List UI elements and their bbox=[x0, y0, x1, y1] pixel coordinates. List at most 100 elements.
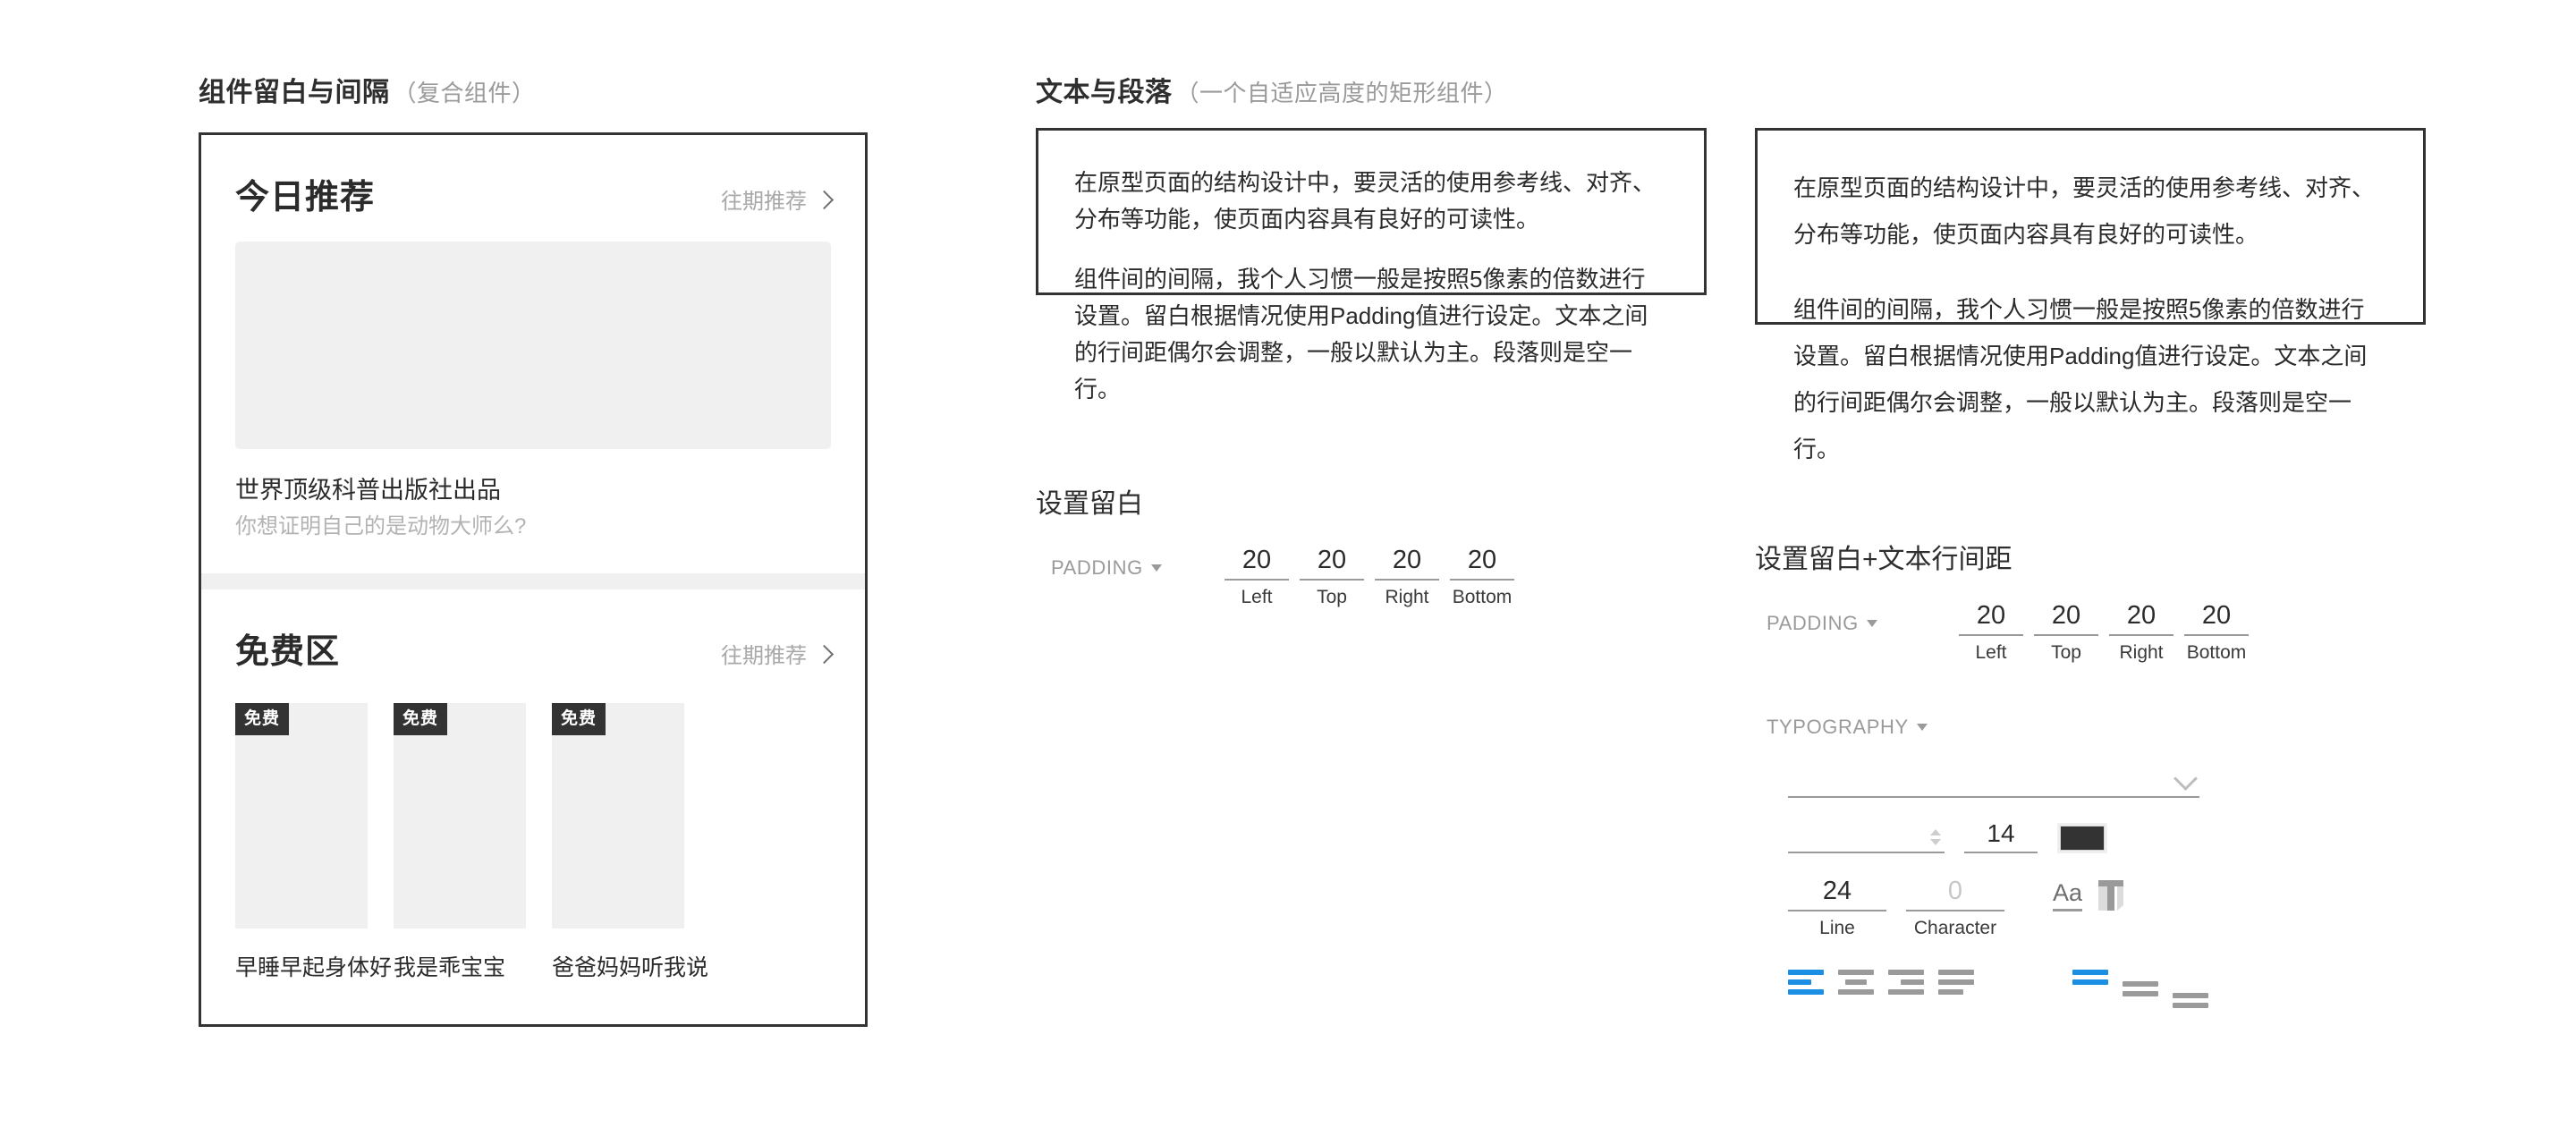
padding-top-value: 20 bbox=[1300, 546, 1364, 581]
chevron-right-icon bbox=[814, 645, 835, 665]
padding-widget-middle: PADDING 20 Left 20 Top 20 Right 20 Botto… bbox=[1051, 546, 1514, 608]
padding-top-caption: Top bbox=[1317, 587, 1347, 608]
today-heading: 今日推荐 bbox=[235, 179, 376, 216]
section-title-middle: 文本与段落 （一个自适应高度的矩形组件） bbox=[1036, 70, 1508, 109]
free-more-link[interactable]: 往期推荐 bbox=[721, 638, 835, 669]
padding-widget-right: PADDING 20 Left 20 Top 20 Right 20 Botto… bbox=[1767, 601, 2249, 664]
padding-left-caption: Left bbox=[1241, 587, 1273, 608]
spinner-icon[interactable] bbox=[1930, 829, 1941, 845]
paragraph-1: 在原型页面的结构设计中，要灵活的使用参考线、对齐、分布等功能，使页面内容具有良好… bbox=[1793, 174, 2376, 248]
character-spacing-field[interactable]: 0 Character bbox=[1906, 877, 2004, 939]
free-badge: 免费 bbox=[394, 703, 448, 736]
free-thumbnail-placeholder: 免费 bbox=[552, 703, 684, 929]
today-caption-title: 世界顶级科普出版社出品 bbox=[235, 477, 501, 504]
middle-padding-title: 设置留白 bbox=[1036, 489, 1143, 519]
padding-bottom-field[interactable]: 20 Bottom bbox=[1450, 546, 1514, 608]
align-left-icon[interactable] bbox=[1788, 970, 1824, 999]
paragraph-2: 组件间的间隔，我个人习惯一般是按照5像素的倍数进行设置。留白根据情况使用Padd… bbox=[1793, 296, 2368, 462]
typography-widget: TYPOGRAPHY 14 24 Line 0 Character Aa bbox=[1767, 716, 2393, 1013]
text-color-swatch[interactable] bbox=[2057, 823, 2107, 853]
padding-fields: 20 Left 20 Top 20 Right 20 Bottom bbox=[1224, 546, 1514, 608]
padding-left-field[interactable]: 20 Left bbox=[1224, 546, 1289, 608]
text-case-button[interactable]: Aa bbox=[2053, 879, 2083, 911]
padding-bottom-caption: Bottom bbox=[2186, 642, 2247, 664]
character-spacing-caption: Character bbox=[1913, 918, 1997, 938]
padding-top-value: 20 bbox=[2034, 601, 2098, 637]
today-caption: 世界顶级科普出版社出品 你想证明自己的是动物大师么? bbox=[235, 449, 831, 543]
paragraph-2: 组件间的间隔，我个人习惯一般是按照5像素的倍数进行设置。留白根据情况使用Padd… bbox=[1074, 266, 1648, 403]
today-more-link[interactable]: 往期推荐 bbox=[721, 183, 835, 215]
padding-label: PADDING bbox=[1051, 556, 1143, 579]
caret-down-icon bbox=[1866, 620, 1877, 627]
padding-right-caption: Right bbox=[2119, 642, 2164, 664]
align-right-icon[interactable] bbox=[1888, 970, 1924, 999]
free-badge: 免费 bbox=[552, 703, 606, 736]
section-title-middle-main: 文本与段落 bbox=[1036, 78, 1173, 107]
text-paragraph-box-spaced: 在原型页面的结构设计中，要灵活的使用参考线、对齐、分布等功能，使页面内容具有良好… bbox=[1755, 128, 2426, 462]
right-padding-title: 设置留白+文本行间距 bbox=[1755, 545, 2012, 574]
padding-right-value: 20 bbox=[1375, 546, 1439, 581]
padding-right-field[interactable]: 20 Right bbox=[2109, 601, 2174, 664]
typography-label-group[interactable]: TYPOGRAPHY bbox=[1767, 716, 2393, 739]
section-gap-band bbox=[201, 573, 865, 590]
list-item[interactable]: 免费 爸爸妈妈听我说 bbox=[552, 703, 709, 982]
font-size-row: 14 bbox=[1788, 819, 2393, 853]
padding-top-field[interactable]: 20 Top bbox=[1300, 546, 1364, 608]
paragraph-1: 在原型页面的结构设计中，要灵活的使用参考线、对齐、分布等功能，使页面内容具有良好… bbox=[1074, 169, 1657, 233]
font-size-input[interactable]: 14 bbox=[1964, 819, 2038, 853]
padding-bottom-value: 20 bbox=[1450, 546, 1514, 581]
today-section: 今日推荐 往期推荐 世界顶级科普出版社出品 你想证明自己的是动物大师么? bbox=[201, 135, 865, 543]
align-center-icon[interactable] bbox=[1838, 970, 1874, 999]
line-spacing-caption: Line bbox=[1819, 918, 1855, 938]
free-header: 免费区 往期推荐 bbox=[235, 589, 835, 696]
padding-bottom-caption: Bottom bbox=[1452, 587, 1513, 608]
valign-bottom-icon[interactable] bbox=[2173, 970, 2208, 1013]
text-shape-icon[interactable] bbox=[2097, 878, 2127, 915]
padding-fields: 20 Left 20 Top 20 Right 20 Bottom bbox=[1959, 601, 2249, 664]
caret-down-icon bbox=[1150, 564, 1162, 572]
caret-down-icon bbox=[1916, 724, 1928, 731]
spinner-down-icon[interactable] bbox=[1930, 839, 1941, 845]
section-title-left: 组件留白与间隔 （复合组件） bbox=[199, 70, 536, 109]
font-family-select[interactable] bbox=[1788, 762, 2199, 798]
free-card-grid: 免费 早睡早起身体好 免费 我是乖宝宝 免费 爸爸妈妈听我说 bbox=[235, 696, 831, 982]
padding-label: PADDING bbox=[1767, 612, 1859, 634]
composite-component-card: 今日推荐 往期推荐 世界顶级科普出版社出品 你想证明自己的是动物大师么? 免费区… bbox=[199, 132, 868, 1027]
free-item-title: 我是乖宝宝 bbox=[394, 955, 506, 981]
vertical-alignment-group bbox=[2072, 970, 2208, 1013]
chevron-right-icon bbox=[814, 190, 835, 210]
horizontal-alignment-group bbox=[1788, 970, 1974, 999]
today-header: 今日推荐 往期推荐 bbox=[235, 135, 835, 242]
free-badge: 免费 bbox=[235, 703, 290, 736]
free-section: 免费区 往期推荐 免费 早睡早起身体好 免费 我是乖宝宝 免费 爸爸妈妈听我说 bbox=[201, 589, 865, 982]
valign-middle-icon[interactable] bbox=[2123, 970, 2158, 1001]
align-justify-icon[interactable] bbox=[1938, 970, 1974, 999]
spinner-up-icon[interactable] bbox=[1930, 829, 1941, 835]
padding-right-field[interactable]: 20 Right bbox=[1375, 546, 1439, 608]
valign-top-icon[interactable] bbox=[2072, 970, 2108, 989]
padding-top-field[interactable]: 20 Top bbox=[2034, 601, 2098, 664]
padding-right-value: 20 bbox=[2109, 601, 2174, 637]
font-weight-stepper[interactable] bbox=[1788, 823, 1945, 853]
today-hero-image-placeholder bbox=[235, 242, 831, 449]
padding-left-field[interactable]: 20 Left bbox=[1959, 601, 2023, 664]
alignment-rows bbox=[1788, 970, 2393, 1013]
section-title-left-main: 组件留白与间隔 bbox=[199, 78, 390, 107]
padding-bottom-field[interactable]: 20 Bottom bbox=[2184, 601, 2249, 664]
free-thumbnail-placeholder: 免费 bbox=[394, 703, 526, 929]
spacing-row: 24 Line 0 Character Aa bbox=[1788, 877, 2393, 939]
padding-right-caption: Right bbox=[1385, 587, 1429, 608]
line-spacing-field[interactable]: 24 Line bbox=[1788, 877, 1886, 939]
today-more-label: 往期推荐 bbox=[721, 190, 807, 214]
free-item-title: 早睡早起身体好 bbox=[235, 955, 393, 981]
list-item[interactable]: 免费 早睡早起身体好 bbox=[235, 703, 393, 982]
padding-left-caption: Left bbox=[1975, 642, 2007, 664]
free-heading: 免费区 bbox=[235, 633, 341, 672]
free-item-title: 爸爸妈妈听我说 bbox=[552, 955, 709, 981]
text-paragraph-box-default: 在原型页面的结构设计中，要灵活的使用参考线、对齐、分布等功能，使页面内容具有良好… bbox=[1036, 128, 1707, 403]
padding-widget-label-group[interactable]: PADDING bbox=[1051, 546, 1224, 580]
chevron-down-icon bbox=[2174, 767, 2198, 791]
padding-widget-label-group[interactable]: PADDING bbox=[1767, 601, 1959, 635]
list-item[interactable]: 免费 我是乖宝宝 bbox=[394, 703, 526, 982]
typography-label: TYPOGRAPHY bbox=[1767, 716, 1909, 738]
